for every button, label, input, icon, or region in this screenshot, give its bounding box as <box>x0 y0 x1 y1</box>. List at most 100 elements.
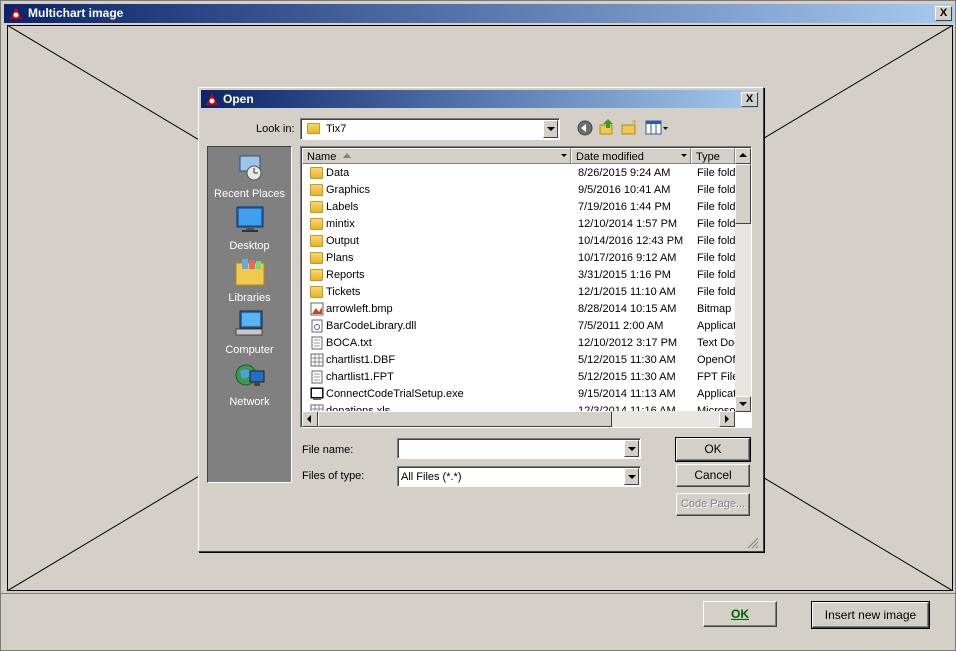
file-list[interactable]: Name Date modified Type Data 8/26/2015 9:… <box>300 146 752 428</box>
dialog-title: Open <box>223 92 254 106</box>
text-file-icon <box>310 336 324 350</box>
window-titlebar: Multichart image X <box>4 4 954 23</box>
file-name: BarCodeLibrary.dll <box>326 320 417 332</box>
file-date: 7/5/2011 2:00 AM <box>578 320 664 332</box>
dialog-ok-button[interactable]: OK <box>675 437 751 462</box>
folder-icon <box>310 251 324 265</box>
file-row[interactable]: Output 10/14/2016 12:43 PM File folder <box>303 233 735 250</box>
chevron-down-icon[interactable] <box>624 468 639 485</box>
look-in-label: Look in: <box>256 123 295 135</box>
files-of-type-label: Files of type: <box>302 470 365 482</box>
column-header-date[interactable]: Date modified <box>571 148 691 164</box>
file-row[interactable]: Labels 7/19/2016 1:44 PM File folder <box>303 199 735 216</box>
file-name: BOCA.txt <box>326 337 372 349</box>
place-computer[interactable]: Computer <box>208 309 291 356</box>
up-folder-icon[interactable] <box>598 118 616 136</box>
file-row[interactable]: Plans 10/17/2016 9:12 AM File folder <box>303 250 735 267</box>
file-date: 3/31/2015 1:16 PM <box>578 269 671 281</box>
file-row[interactable]: Reports 3/31/2015 1:16 PM File folder <box>303 267 735 284</box>
text-file-icon <box>310 370 324 384</box>
folder-icon <box>310 234 324 248</box>
place-label: Libraries <box>228 292 271 304</box>
chevron-down-icon[interactable] <box>559 150 569 162</box>
scroll-left-button[interactable] <box>302 411 318 427</box>
dialog-titlebar: Open X <box>201 90 759 108</box>
column-name-label: Name <box>307 151 337 163</box>
file-row[interactable]: chartlist1.FPT 5/12/2015 11:30 AM FPT File <box>303 369 735 386</box>
place-network[interactable]: Network <box>208 361 291 408</box>
close-icon: X <box>745 93 754 105</box>
folder-icon <box>310 268 324 282</box>
place-label: Recent Places <box>214 188 285 200</box>
file-name: Tickets <box>326 286 361 298</box>
network-icon <box>235 364 264 386</box>
place-label: Computer <box>225 344 274 356</box>
bitmap-icon <box>310 302 324 316</box>
place-recent-places[interactable]: Recent Places <box>208 153 291 200</box>
column-header-type[interactable]: Type <box>691 148 735 164</box>
file-row[interactable]: chartlist1.DBF 5/12/2015 11:30 AM OpenOffi… <box>303 352 735 369</box>
scroll-right-button[interactable] <box>719 411 735 427</box>
dialog-cancel-button[interactable]: Cancel <box>676 464 750 487</box>
file-name: chartlist1.FPT <box>326 371 394 383</box>
chevron-down-icon[interactable] <box>624 440 639 457</box>
resize-grip-icon[interactable] <box>745 535 759 549</box>
file-name: Output <box>326 235 360 247</box>
view-menu-icon[interactable] <box>645 119 669 137</box>
file-name-label: File name: <box>302 444 354 456</box>
exe-icon <box>310 387 324 401</box>
folder-icon <box>310 166 324 180</box>
desktop-icon <box>236 206 263 232</box>
file-type: File folder <box>697 235 735 247</box>
svg-text:*: * <box>632 119 637 129</box>
files-of-type-select[interactable]: All Files (*.*) <box>397 466 641 487</box>
back-icon[interactable] <box>576 119 594 137</box>
place-desktop[interactable]: Desktop <box>208 205 291 252</box>
file-row[interactable]: Data 8/26/2015 9:24 AM File folder <box>303 165 735 182</box>
scroll-up-button[interactable] <box>735 148 751 164</box>
file-name-input[interactable] <box>397 438 641 459</box>
file-row[interactable]: mintix 12/10/2014 1:57 PM File folder <box>303 216 735 233</box>
scroll-thumb[interactable] <box>735 164 751 224</box>
chevron-down-icon[interactable] <box>679 150 689 162</box>
file-row[interactable]: BarCodeLibrary.dll 7/5/2011 2:00 AM Applic… <box>303 318 735 335</box>
code-page-button[interactable]: Code Page... <box>676 493 750 516</box>
file-name: chartlist1.DBF <box>326 354 396 366</box>
code-page-label: Code Page... <box>680 498 746 510</box>
dialog-close-button[interactable]: X <box>741 92 758 107</box>
libraries-icon <box>235 259 264 286</box>
file-type: File folder <box>697 167 735 179</box>
horizontal-scrollbar[interactable] <box>302 411 735 427</box>
column-header-name[interactable]: Name <box>302 148 571 164</box>
dialog-ok-label: OK <box>704 442 722 456</box>
places-bar: Recent Places Desktop Libraries Computer… <box>207 146 292 483</box>
ok-button[interactable]: OK <box>703 601 777 627</box>
window-close-button[interactable]: X <box>935 6 952 21</box>
scroll-thumb[interactable] <box>318 411 612 427</box>
app-icon <box>206 93 218 105</box>
dialog-cancel-label: Cancel <box>694 468 732 482</box>
file-type: OpenOffice <box>697 354 735 366</box>
insert-new-image-button[interactable]: Insert new image <box>811 601 930 629</box>
scroll-down-button[interactable] <box>735 396 751 412</box>
vertical-scrollbar[interactable] <box>735 148 751 412</box>
file-row[interactable]: BOCA.txt 12/10/2012 3:17 PM Text Document <box>303 335 735 352</box>
file-name: ConnectCodeTrialSetup.exe <box>326 388 464 400</box>
column-date-label: Date modified <box>576 151 644 163</box>
new-folder-icon[interactable]: * <box>621 119 639 137</box>
table-file-icon <box>310 353 324 367</box>
file-row[interactable]: arrowleft.bmp 8/28/2014 10:15 AM Bitmap im… <box>303 301 735 318</box>
open-dialog: Open X Look in: Tix7 * Recent Places Des… <box>198 87 764 552</box>
file-row[interactable]: Graphics 9/5/2016 10:41 AM File folder <box>303 182 735 199</box>
file-date: 12/10/2014 1:57 PM <box>578 218 678 230</box>
chevron-down-icon[interactable] <box>543 120 558 138</box>
file-type: Bitmap image <box>697 303 735 315</box>
window-title: Multichart image <box>28 6 124 20</box>
computer-icon <box>235 310 262 336</box>
file-name: Labels <box>326 201 359 213</box>
look-in-combo[interactable]: Tix7 <box>300 118 560 140</box>
file-row[interactable]: ConnectCodeTrialSetup.exe 9/15/2014 11:13… <box>303 386 735 403</box>
file-name: mintix <box>326 218 355 230</box>
file-row[interactable]: Tickets 12/1/2015 11:10 AM File folder <box>303 284 735 301</box>
place-libraries[interactable]: Libraries <box>208 257 291 304</box>
